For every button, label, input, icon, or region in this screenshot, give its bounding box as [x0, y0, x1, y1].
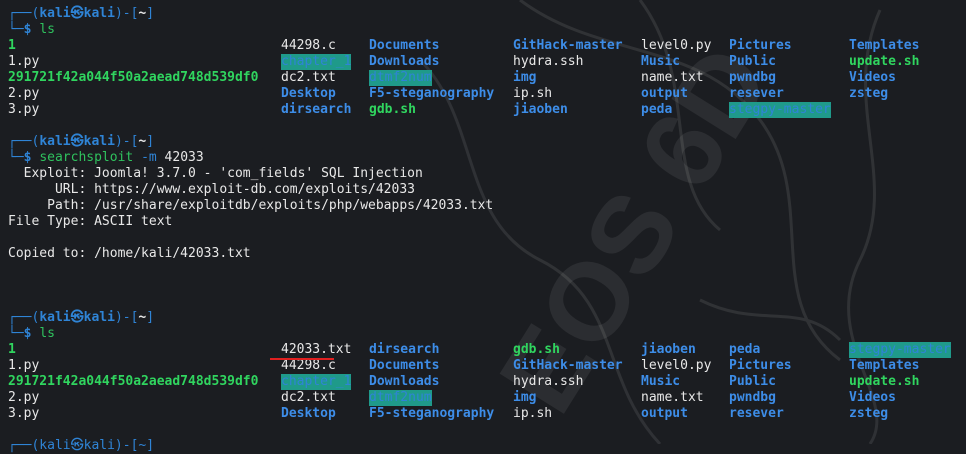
- ls-entry: Templates: [849, 358, 920, 373]
- ls-entry: Desktop: [281, 86, 336, 101]
- ls-entry: name.txt: [641, 390, 704, 405]
- ls-entry: resever: [729, 86, 784, 101]
- prompt-line: ┌──(kali㉿kali)-[~]: [8, 310, 155, 325]
- prompt-line: ┌──(kali㉿kali)-[~]: [8, 6, 155, 21]
- ls-entry: Downloads: [369, 54, 440, 69]
- ls-entry: resever: [729, 406, 784, 421]
- ls-entry: Public: [729, 54, 776, 69]
- ls-entry: jiaoben: [513, 102, 568, 117]
- ls-entry: chapter_1: [281, 54, 352, 70]
- ls-entry: gdb.sh: [369, 102, 416, 117]
- ls-entry: 291721f42a044f50a2aead748d539df0: [8, 70, 259, 85]
- ls-entry: zsteg: [849, 406, 889, 421]
- ls-entry: Music: [641, 374, 681, 389]
- ls-entry: hydra.ssh: [513, 374, 584, 389]
- ls-entry: name.txt: [641, 70, 704, 85]
- ls-entry: level0.py: [641, 38, 712, 53]
- output-path: Path: /usr/share/exploitdb/exploits/php/…: [8, 198, 494, 213]
- output-exploit: Exploit: Joomla! 3.7.0 - 'com_fields' SQ…: [8, 166, 423, 181]
- output-filetype: File Type: ASCII text: [8, 214, 173, 229]
- ls-entry: dc2.txt: [281, 70, 336, 85]
- ls-entry: pwndbg: [729, 390, 776, 405]
- ls-entry: img: [513, 70, 537, 85]
- ls-entry: update.sh: [849, 54, 920, 69]
- command-line: └─$ searchsploit -m 42033: [8, 150, 204, 165]
- red-underline-annotation: [270, 358, 334, 360]
- ls-entry: Videos: [849, 390, 896, 405]
- ls-entry: output: [641, 406, 688, 421]
- ls-entry: dirsearch: [281, 102, 352, 117]
- ls-entry: Desktop: [281, 406, 336, 421]
- ls-entry: update.sh: [849, 374, 920, 389]
- ls-entry: 291721f42a044f50a2aead748d539df0: [8, 374, 259, 389]
- ls-entry: output: [641, 86, 688, 101]
- ls-entry: dc2.txt: [281, 390, 336, 405]
- ls-entry: Public: [729, 374, 776, 389]
- ls-entry: zsteg: [849, 86, 889, 101]
- ls-entry: 3.py: [8, 406, 40, 421]
- ls-entry: Videos: [849, 70, 896, 85]
- ls-entry: 1.py: [8, 54, 40, 69]
- ls-entry: peda: [641, 102, 673, 117]
- prompt-line: ┌──(kali㉿kali)-[~]: [8, 134, 155, 149]
- ls-entry: Pictures: [729, 38, 792, 53]
- ls-entry: Templates: [849, 38, 920, 53]
- ls-entry: F5-steganography: [369, 86, 495, 101]
- ls-entry: Documents: [369, 358, 440, 373]
- output-copied: Copied to: /home/kali/42033.txt: [8, 246, 251, 261]
- ls-entry: hydra.ssh: [513, 54, 584, 69]
- command-line: └─$ ls: [8, 22, 55, 37]
- ls-entry: chapter_1: [281, 374, 352, 390]
- ls-entry: level0.py: [641, 358, 712, 373]
- ls-entry: stegpy-master: [849, 342, 951, 358]
- ls-entry: Downloads: [369, 374, 440, 389]
- ls-entry: GitHack-master: [513, 358, 623, 373]
- ls-entry: ip.sh: [513, 86, 553, 101]
- ls-entry: ip.sh: [513, 406, 553, 421]
- prompt-line-partial: ┌──(kali㉿kali)-[~]: [8, 438, 155, 453]
- ls-entry: dirsearch: [369, 342, 440, 357]
- ls-entry: jiaoben: [641, 342, 696, 357]
- ls-entry: img: [513, 390, 537, 405]
- ls-entry: 3.py: [8, 102, 40, 117]
- ls-entry: 2.py: [8, 390, 40, 405]
- ls-entry: Music: [641, 54, 681, 69]
- terminal-window[interactable]: EOS 6D ┌──(kali㉿kali)-[~] └─$ ls 1 1.py 29…: [0, 0, 966, 453]
- ls-entry: F5-steganography: [369, 406, 495, 421]
- ls-entry: 44298.c: [281, 38, 336, 53]
- ls-entry: 1: [8, 38, 16, 53]
- ls-entry: Pictures: [729, 358, 792, 373]
- ls-entry: pwndbg: [729, 70, 776, 85]
- command-line: └─$ ls: [8, 326, 55, 341]
- ls-entry: Documents: [369, 38, 440, 53]
- ls-entry: peda: [729, 342, 761, 357]
- ls-entry: GitHack-master: [513, 38, 623, 53]
- ls-entry: 1: [8, 342, 16, 357]
- ls-entry: dtmf2num: [369, 70, 432, 86]
- ls-entry: dtmf2num: [369, 390, 432, 406]
- ls-entry: gdb.sh: [513, 342, 560, 357]
- ls-entry: 2.py: [8, 86, 40, 101]
- ls-entry: 42033.txt: [281, 342, 352, 357]
- output-url: URL: https://www.exploit-db.com/exploits…: [8, 182, 415, 197]
- ls-entry: 1.py: [8, 358, 40, 373]
- ls-entry: 44298.c: [281, 358, 336, 373]
- ls-entry: stegpy-master: [729, 102, 831, 118]
